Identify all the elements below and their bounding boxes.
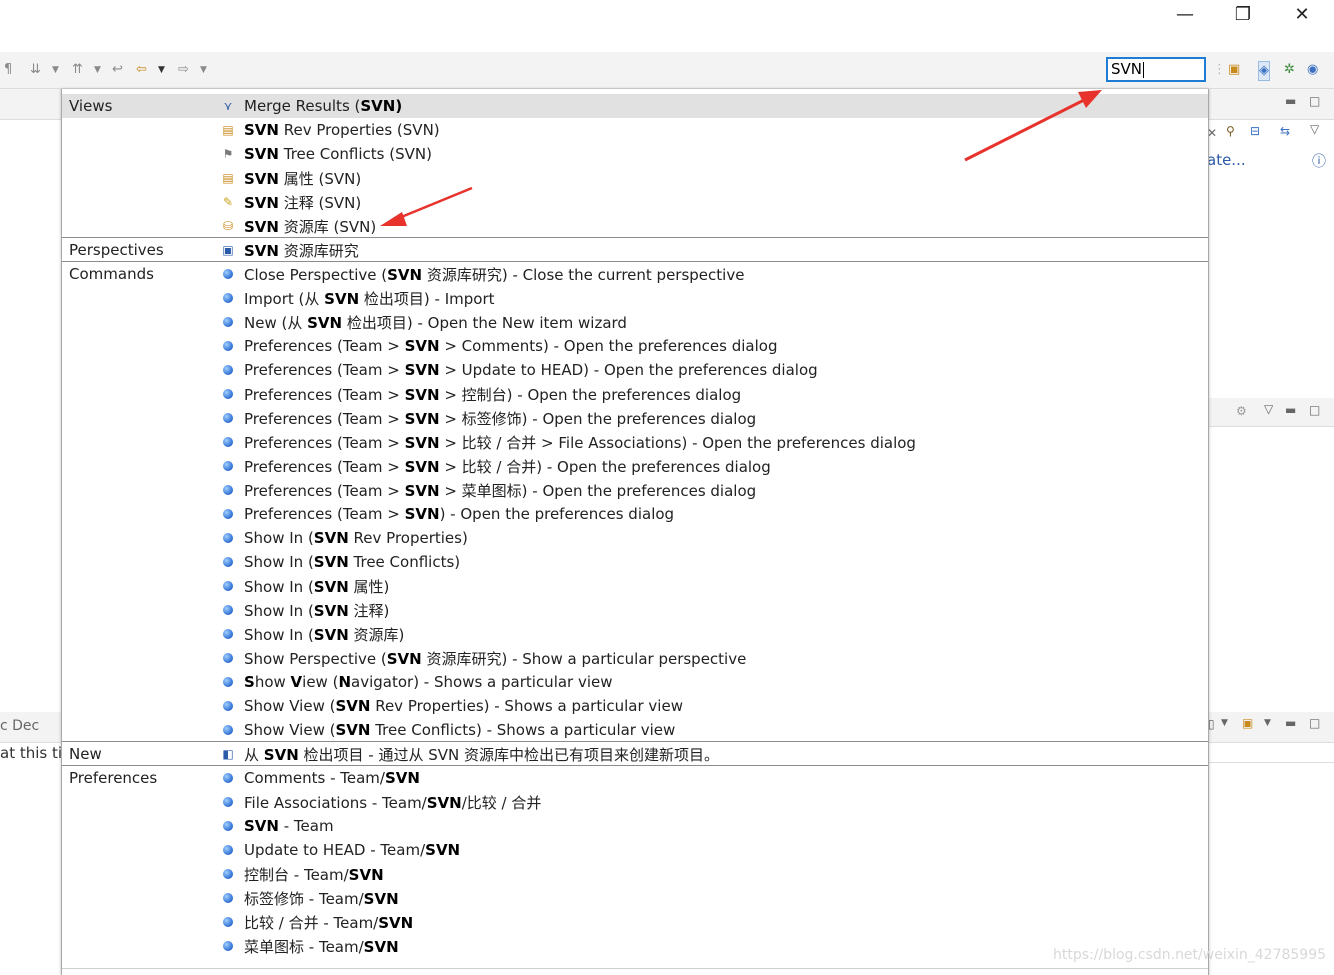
arrow-line [393, 186, 473, 222]
arrow-head [380, 212, 407, 226]
arrow-head [1078, 90, 1102, 108]
arrow-to-repository [380, 186, 473, 226]
arrow-line [964, 95, 1091, 162]
arrow-to-search [964, 90, 1102, 162]
annotation-arrows [380, 90, 1102, 226]
